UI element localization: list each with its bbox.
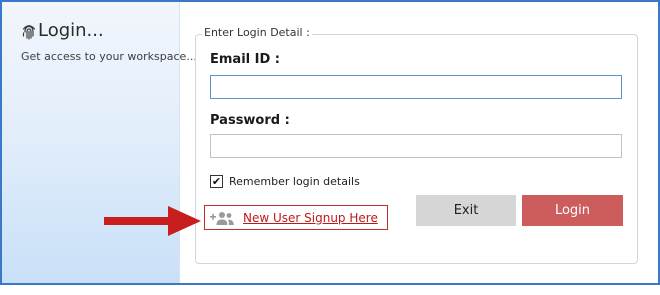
signup-link[interactable]: New User Signup Here bbox=[243, 211, 378, 225]
email-input[interactable] bbox=[210, 75, 622, 99]
sidebar-panel: Login... Get access to your workspace... bbox=[2, 2, 197, 283]
remember-checkbox[interactable]: ✔ bbox=[210, 175, 223, 188]
password-label: Password : bbox=[210, 113, 290, 128]
add-user-icon bbox=[210, 211, 234, 225]
fingerprint-icon bbox=[22, 24, 36, 40]
red-arrow-icon bbox=[104, 206, 201, 236]
login-button[interactable]: Login bbox=[522, 195, 623, 226]
checkmark-icon: ✔ bbox=[211, 175, 222, 188]
sidebar-subtitle: Get access to your workspace... bbox=[21, 50, 197, 63]
email-label: Email ID : bbox=[210, 52, 280, 67]
sidebar-divider bbox=[179, 2, 180, 283]
sidebar-title: Login... bbox=[38, 20, 104, 41]
remember-label: Remember login details bbox=[229, 175, 360, 188]
exit-button[interactable]: Exit bbox=[416, 195, 516, 226]
password-input[interactable] bbox=[210, 134, 622, 158]
group-title: Enter Login Detail : bbox=[202, 26, 312, 39]
sidebar-header: Login... bbox=[22, 20, 104, 41]
signup-link-box[interactable]: New User Signup Here bbox=[204, 205, 388, 230]
